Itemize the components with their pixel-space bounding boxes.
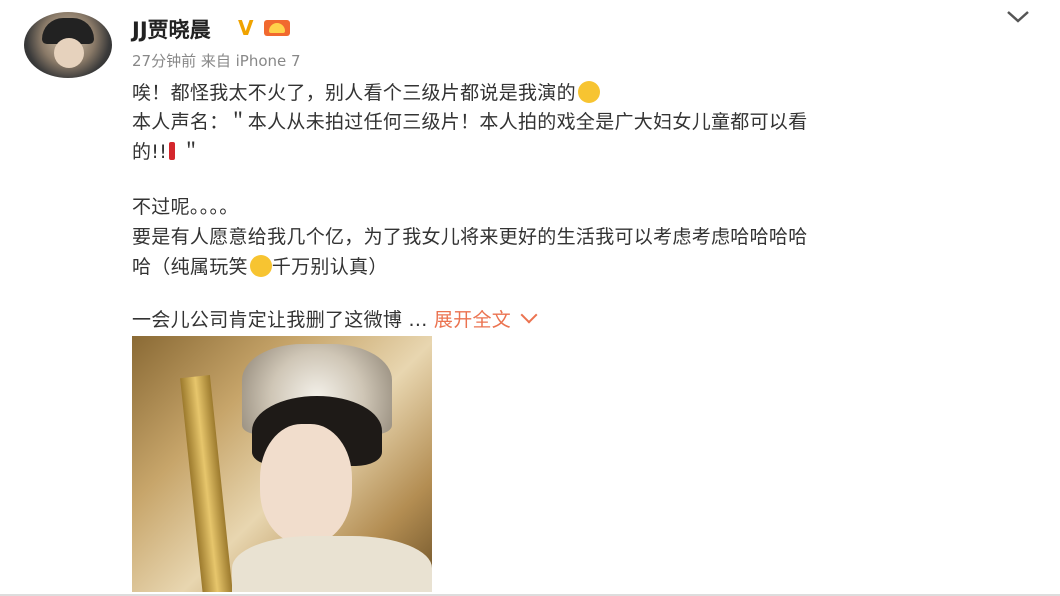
sweat-emoji-icon bbox=[577, 81, 600, 103]
post-image[interactable] bbox=[132, 336, 432, 592]
post-text-line-7: 一会儿公司肯定让我删了这微博 ... 展开全文 bbox=[132, 305, 538, 332]
post-text: 千万别认真） bbox=[271, 256, 388, 278]
image-face bbox=[260, 424, 352, 544]
vip-crown-icon bbox=[264, 20, 290, 36]
image-robe bbox=[232, 536, 432, 592]
avatar-face bbox=[54, 38, 84, 68]
chevron-down-icon[interactable] bbox=[1005, 6, 1031, 26]
post-text-line-6: 哈（纯属玩笑 千万别认真） bbox=[132, 252, 388, 279]
image-staff bbox=[180, 375, 234, 592]
verified-badge-icon: V bbox=[238, 16, 254, 40]
post-text: 一会儿公司肯定让我删了这微博 ... bbox=[132, 309, 428, 331]
post-text-line-2: 本人声名：＂本人从未拍过任何三级片！本人拍的戏全是广大妇女儿童都可以看 bbox=[132, 111, 808, 133]
post-text-line-4: 不过呢。。。。 bbox=[132, 196, 239, 218]
expand-chevron-icon[interactable] bbox=[520, 306, 538, 324]
post-text: 的!! bbox=[132, 141, 168, 163]
expand-full-text-link[interactable]: 展开全文 bbox=[434, 309, 511, 331]
laugh-cry-emoji-icon bbox=[249, 255, 272, 277]
post-text: 唉！都怪我太不火了，别人看个三级片都说是我演的 bbox=[132, 82, 576, 104]
username[interactable]: JJ贾晓晨 bbox=[132, 14, 211, 44]
exclamation-icon bbox=[169, 142, 176, 160]
post-text-line-1: 唉！都怪我太不火了，别人看个三级片都说是我演的 bbox=[132, 78, 600, 105]
avatar[interactable] bbox=[24, 12, 112, 78]
post-text: ＂ bbox=[181, 141, 201, 163]
post-text-line-5: 要是有人愿意给我几个亿，为了我女儿将来更好的生活我可以考虑考虑哈哈哈哈 bbox=[132, 226, 808, 248]
post-text: 哈（纯属玩笑 bbox=[132, 256, 248, 278]
post-meta: 27分钟前 来自 iPhone 7 bbox=[132, 52, 301, 70]
post-text-line-3: 的!! ＂ bbox=[132, 137, 201, 164]
